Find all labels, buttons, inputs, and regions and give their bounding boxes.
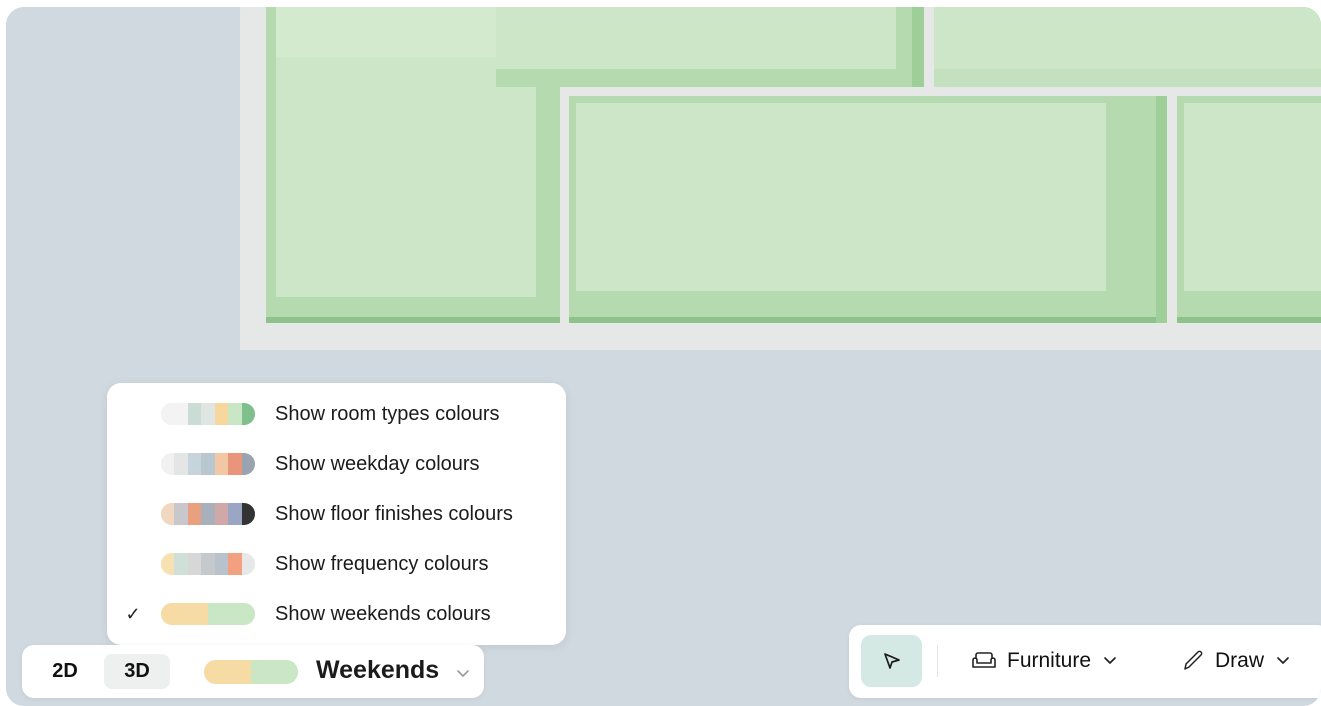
check-icon: ✓	[125, 603, 141, 624]
swatch-segment	[241, 503, 255, 525]
menu-item-label: Show weekday colours	[275, 452, 480, 475]
room-types-swatch	[161, 403, 255, 425]
tool-bar: Furniture Draw	[849, 625, 1321, 698]
menu-item-label: Show frequency colours	[275, 552, 489, 575]
swatch-segment	[187, 403, 202, 425]
draw-button[interactable]: Draw	[1181, 645, 1290, 677]
swatch-segment	[161, 503, 175, 525]
swatch-segment	[228, 453, 242, 475]
swatch-segment	[161, 603, 185, 625]
view-2d-button[interactable]: 2D	[40, 654, 90, 689]
swatch-segment	[187, 503, 202, 525]
menu-item-weekends[interactable]: ✓ Show weekends colours	[107, 592, 566, 636]
swatch-segment	[201, 453, 215, 475]
weekends-swatch	[161, 603, 255, 625]
swatch-segment	[251, 660, 298, 684]
swatch-segment	[201, 553, 215, 575]
pencil-icon	[1184, 650, 1203, 670]
swatch-segment	[228, 553, 242, 575]
swatch-segment	[241, 453, 255, 475]
swatch-segment	[161, 453, 175, 475]
menu-item-label: Show room types colours	[275, 402, 500, 425]
room-top-right	[934, 7, 1321, 87]
chevron-down-icon	[1277, 657, 1289, 664]
swatch-segment	[174, 553, 188, 575]
swatch-segment	[214, 503, 229, 525]
menu-item-frequency[interactable]: Show frequency colours	[107, 542, 566, 586]
menu-item-weekday[interactable]: Show weekday colours	[107, 442, 566, 486]
swatch-segment	[174, 503, 188, 525]
menu-item-room-types[interactable]: Show room types colours	[107, 392, 566, 436]
menu-item-label: Show floor finishes colours	[275, 502, 513, 525]
swatch-segment	[161, 403, 175, 425]
menu-item-label: Show weekends colours	[275, 602, 491, 625]
swatch-segment	[201, 503, 215, 525]
swatch-segment	[231, 603, 255, 625]
chevron-down-icon	[1104, 657, 1116, 664]
furniture-button[interactable]: Furniture	[971, 645, 1117, 677]
sofa-icon	[972, 652, 996, 668]
swatch-segment	[187, 453, 202, 475]
swatch-segment	[214, 403, 229, 425]
draw-label: Draw	[1215, 649, 1265, 672]
swatch-segment	[174, 453, 188, 475]
swatch-segment	[241, 553, 255, 575]
room-top-middle	[496, 7, 924, 87]
swatch-segment	[204, 660, 251, 684]
chevron-down-icon[interactable]	[456, 669, 470, 679]
swatch-segment	[187, 553, 202, 575]
colour-mode-select[interactable]: Weekends	[316, 656, 439, 685]
menu-item-floor-finishes[interactable]: Show floor finishes colours	[107, 492, 566, 536]
swatch-segment	[214, 553, 229, 575]
swatch-segment	[201, 403, 215, 425]
swatch-segment	[208, 603, 232, 625]
view-3d-button[interactable]: 3D	[104, 654, 170, 689]
weekday-swatch	[161, 453, 255, 475]
floor-finishes-swatch	[161, 503, 255, 525]
cursor-arrow-icon	[883, 653, 900, 669]
swatch-segment	[228, 503, 242, 525]
colour-mode-menu: Show room types colours Show weekday col…	[107, 383, 566, 645]
colour-mode-swatch[interactable]	[204, 660, 298, 684]
view-mode-bar: 2D 3D Weekends	[22, 645, 484, 698]
frequency-swatch	[161, 553, 255, 575]
furniture-label: Furniture	[1007, 649, 1092, 672]
swatch-segment	[161, 553, 175, 575]
swatch-segment	[241, 403, 255, 425]
toolbar-divider	[937, 645, 938, 677]
swatch-segment	[174, 403, 188, 425]
select-tool-button[interactable]	[861, 635, 922, 687]
swatch-segment	[214, 453, 229, 475]
room-right	[1177, 96, 1321, 323]
swatch-segment	[228, 403, 242, 425]
app-window: Show room types colours Show weekday col…	[6, 7, 1321, 706]
swatch-segment	[184, 603, 208, 625]
room-center	[569, 96, 1167, 323]
